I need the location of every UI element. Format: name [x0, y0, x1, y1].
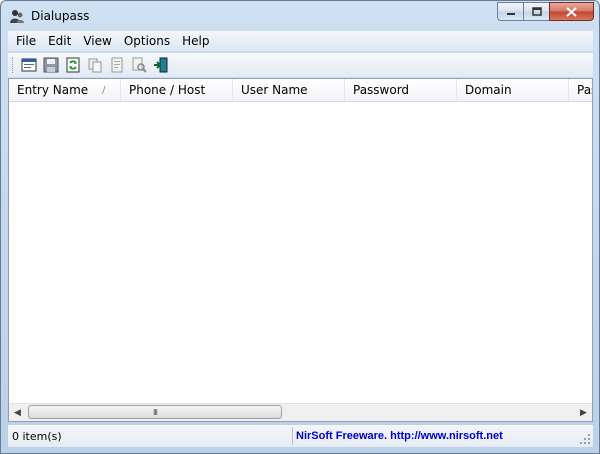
report-icon — [111, 57, 123, 73]
toolbar — [8, 52, 593, 77]
exit-door-icon — [154, 57, 168, 73]
close-icon — [566, 6, 577, 17]
status-bar: 0 item(s) NirSoft Freeware. http://www.n… — [8, 424, 593, 447]
thumb-grip: III — [152, 407, 158, 417]
html-report-button[interactable] — [107, 55, 127, 75]
column-label: Pas — [577, 83, 592, 97]
entries-list[interactable]: Entry Name / Phone / Host User Name Pass… — [8, 78, 593, 422]
refresh-icon — [66, 57, 80, 73]
caption-buttons — [497, 2, 594, 22]
column-password[interactable]: Password — [345, 79, 457, 101]
close-button[interactable] — [549, 2, 594, 21]
floppy-save-icon — [43, 57, 59, 73]
refresh-button[interactable] — [63, 55, 83, 75]
menu-help[interactable]: Help — [176, 34, 215, 48]
column-entry-name[interactable]: Entry Name / — [9, 79, 121, 101]
minimize-icon — [506, 12, 515, 15]
maximize-icon — [531, 7, 542, 16]
window-properties-icon — [21, 58, 37, 72]
horizontal-scrollbar[interactable]: ◀ III ▶ — [9, 403, 592, 421]
column-user-name[interactable]: User Name — [233, 79, 345, 101]
key-users-icon — [10, 10, 24, 23]
copy-button[interactable] — [85, 55, 105, 75]
main-window: Dialupass File Edit View Options Help En… — [0, 0, 600, 454]
column-password-strength[interactable]: Pas — [569, 79, 592, 101]
column-label: Password — [353, 83, 410, 97]
maximize-button[interactable] — [523, 2, 549, 21]
menu-options[interactable]: Options — [118, 34, 176, 48]
resize-grip-icon[interactable] — [579, 433, 591, 445]
scroll-left-button[interactable]: ◀ — [9, 404, 26, 421]
menu-file[interactable]: File — [8, 34, 42, 48]
arrow-right-icon: ▶ — [580, 407, 587, 417]
arrow-left-icon: ◀ — [14, 407, 21, 417]
nirsoft-link[interactable]: NirSoft Freeware. http://www.nirsoft.net — [296, 427, 503, 445]
scroll-right-button[interactable]: ▶ — [575, 404, 592, 421]
column-label: Phone / Host — [129, 83, 206, 97]
menu-view[interactable]: View — [77, 34, 117, 48]
copy-icon — [88, 58, 102, 73]
column-label: User Name — [241, 83, 308, 97]
find-button[interactable] — [129, 55, 149, 75]
properties-button[interactable] — [19, 55, 39, 75]
column-label: Domain — [465, 83, 512, 97]
window-title: Dialupass — [31, 9, 90, 23]
exit-button[interactable] — [151, 55, 171, 75]
sort-indicator: / — [102, 84, 106, 96]
scroll-thumb[interactable]: III — [28, 405, 282, 419]
title-bar[interactable]: Dialupass — [1, 1, 599, 31]
column-domain[interactable]: Domain — [457, 79, 569, 101]
menu-bar: File Edit View Options Help — [8, 31, 593, 51]
column-label: Entry Name — [17, 83, 89, 97]
find-icon — [132, 57, 147, 73]
column-phone-host[interactable]: Phone / Host — [121, 79, 233, 101]
item-count: 0 item(s) — [8, 427, 293, 445]
save-button[interactable] — [41, 55, 61, 75]
menu-edit[interactable]: Edit — [42, 34, 77, 48]
minimize-button[interactable] — [497, 2, 523, 21]
list-header: Entry Name / Phone / Host User Name Pass… — [9, 79, 592, 102]
toolbar-grip[interactable] — [12, 57, 15, 73]
